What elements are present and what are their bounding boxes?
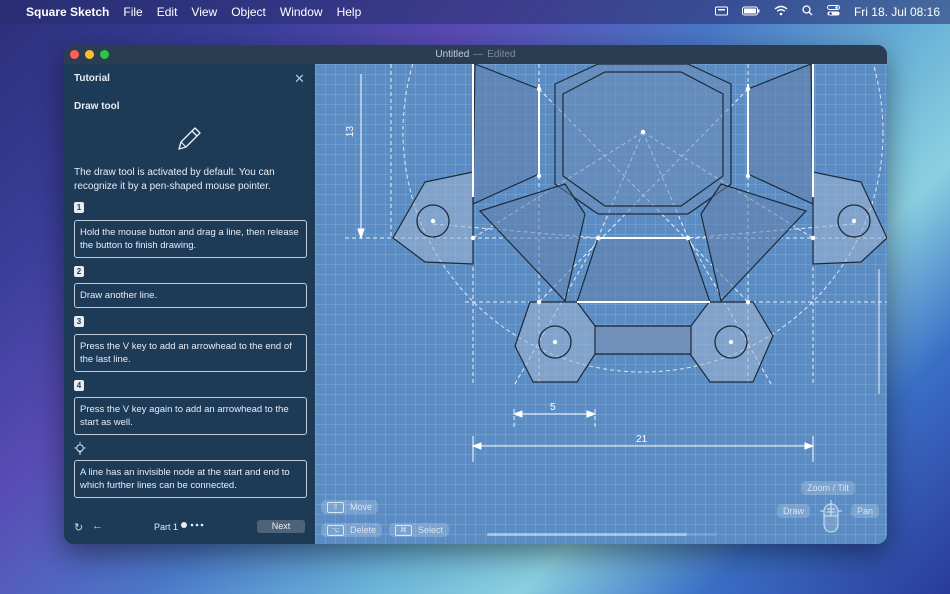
tutorial-panel: Tutorial ✕ Draw tool The draw tool is ac…: [64, 64, 315, 544]
vertical-scrollbar-thumb[interactable]: [878, 269, 880, 394]
lightbulb-icon: [74, 442, 86, 459]
display-icon[interactable]: [714, 5, 728, 19]
step-box: Press the V key to add an arrowhead to t…: [74, 334, 307, 372]
step-number: 1: [74, 202, 84, 213]
close-window-button[interactable]: [70, 50, 79, 59]
window-edited-status: Edited: [487, 49, 516, 60]
tutorial-title: Tutorial: [74, 73, 110, 84]
tutorial-footer: ↻ ← Part 1 Next: [64, 519, 315, 541]
draw-hint: Draw: [777, 504, 811, 518]
delete-hint-label: Delete: [350, 525, 377, 535]
step-number: 3: [74, 316, 84, 327]
zoom-window-button[interactable]: [100, 50, 109, 59]
drawing-canvas[interactable]: 13 5 21 ⇧ Move ⌥ Delete ⌘ Select Zoom / …: [315, 64, 887, 544]
search-icon[interactable]: [802, 5, 813, 19]
dimension-label-5: 5: [550, 402, 556, 413]
dimension-label-13: 13: [345, 125, 357, 138]
next-button[interactable]: Next: [257, 520, 305, 533]
minimize-window-button[interactable]: [85, 50, 94, 59]
menu-object[interactable]: Object: [231, 5, 266, 19]
page-dots[interactable]: [180, 521, 206, 531]
option-key-icon: ⌥: [327, 524, 344, 536]
menu-help[interactable]: Help: [337, 5, 362, 19]
step-box: Hold the mouse button and drag a line, t…: [74, 220, 307, 258]
tip-box: A line has an invisible node at the star…: [74, 460, 307, 498]
menu-edit[interactable]: Edit: [157, 5, 178, 19]
menu-app-name[interactable]: Square Sketch: [26, 5, 109, 19]
menubar-clock[interactable]: Fri 18. Jul 08:16: [854, 5, 940, 19]
menu-window[interactable]: Window: [280, 5, 323, 19]
window-title-separator: —: [473, 49, 484, 60]
horizontal-scrollbar-thumb[interactable]: [487, 533, 687, 536]
control-center-icon[interactable]: [826, 5, 840, 19]
shift-key-icon: ⇧: [327, 501, 344, 513]
zoom-tilt-hint: Zoom / Tilt: [801, 481, 856, 495]
window-titlebar[interactable]: Untitled — Edited: [64, 45, 887, 64]
battery-icon[interactable]: [741, 5, 760, 19]
close-tutorial-icon[interactable]: ✕: [294, 71, 305, 87]
part-label: Part 1: [154, 522, 179, 532]
tutorial-intro: The draw tool is activated by default. Y…: [74, 167, 275, 192]
move-hint-label: Move: [350, 502, 373, 512]
menubar: Square Sketch File Edit View Object Wind…: [0, 0, 950, 24]
app-window: Untitled — Edited Tutorial ✕ Draw tool T…: [64, 45, 887, 544]
pencil-icon: [174, 124, 204, 157]
select-hint-label: Select: [418, 525, 444, 535]
window-title: Untitled: [435, 49, 470, 60]
select-hint: ⌘ Select: [389, 523, 450, 537]
pan-hint: Pan: [851, 504, 880, 518]
step-number: 2: [74, 266, 84, 277]
step-box: Press the V key again to add an arrowhea…: [74, 397, 307, 435]
section-title: Draw tool: [74, 101, 120, 112]
step-box: Draw another line.: [74, 283, 307, 308]
dimension-label-21: 21: [636, 434, 648, 445]
delete-hint: ⌥ Delete: [321, 523, 383, 537]
back-arrow-icon[interactable]: ←: [92, 520, 103, 532]
command-key-icon: ⌘: [395, 524, 412, 536]
wifi-icon[interactable]: [774, 5, 788, 19]
menu-view[interactable]: View: [191, 5, 217, 19]
move-hint: ⇧ Move: [321, 500, 379, 514]
step-number: 4: [74, 380, 84, 391]
menu-file[interactable]: File: [123, 5, 142, 19]
restart-icon[interactable]: ↻: [74, 521, 83, 534]
blueprint-drawing: [345, 64, 887, 462]
